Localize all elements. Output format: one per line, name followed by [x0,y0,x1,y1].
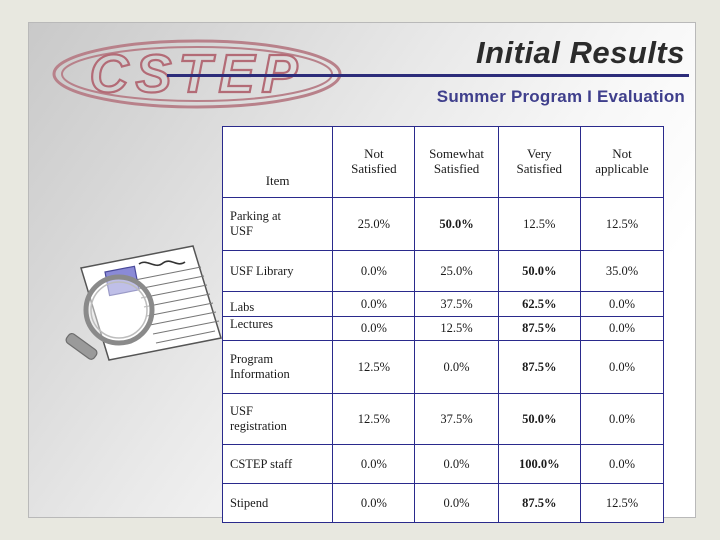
column-header-very-satisfied: Very Satisfied [497,126,581,198]
table-row: Labs 0.0% 37.5% 62.5% 0.0% [221,291,665,317]
cell-parking-somewhat-satisfied: 50.0% [414,197,499,251]
cell-usfreg-not-satisfied: 12.5% [332,393,416,445]
column-header-not-satisfied: Not Satisfied [332,126,416,198]
column-header-not-applicable-line2: applicable [595,161,649,176]
cell-usfreg-not-applicable: 0.0% [579,393,665,445]
title-underline [167,73,689,77]
cell-labs-not-applicable: 0.0% [579,291,665,317]
cell-lectures-somewhat-satisfied: 12.5% [414,316,499,341]
table-header-row: Item Not Satisfied Somewhat Satisfied Ve… [221,126,665,198]
cell-stipend-not-applicable: 12.5% [579,483,665,523]
cell-proginfo-very-satisfied: 87.5% [497,340,581,394]
table-body: Parking at USF 25.0% 50.0% 12.5% 12.5% U… [221,197,665,523]
row-label-usf-registration-line1: USF [230,404,253,419]
column-header-item-label: Item [265,173,290,189]
column-header-very-satisfied-line1: Very [527,146,552,162]
row-label-cstep-staff: CSTEP staff [221,444,334,484]
cell-parking-not-applicable: 12.5% [579,197,665,251]
row-label-program-information-line1: Program [230,352,274,367]
page-subtitle: Summer Program I Evaluation [436,86,685,106]
results-table-container: Item Not Satisfied Somewhat Satisfied Ve… [221,126,665,523]
row-label-usf-library: USF Library [221,250,334,292]
cell-parking-very-satisfied: 12.5% [497,197,581,251]
table-header: Item Not Satisfied Somewhat Satisfied Ve… [221,126,665,198]
slide-canvas: CSTEP Initial Results Summer Program I E… [28,22,696,523]
cell-stipend-not-satisfied: 0.0% [332,483,416,523]
cell-stipend-very-satisfied: 87.5% [497,483,581,523]
row-label-parking-line1: Parking at [230,209,282,224]
cell-lectures-not-satisfied: 0.0% [332,316,416,341]
cell-usfreg-very-satisfied: 50.0% [497,393,581,445]
cell-staff-very-satisfied: 100.0% [497,444,581,484]
table-row: Stipend 0.0% 0.0% 87.5% 12.5% [221,483,665,523]
row-label-stipend: Stipend [221,483,334,523]
row-label-parking: Parking at USF [221,197,334,251]
table-row: Program Information 12.5% 0.0% 87.5% 0.0… [221,340,665,394]
cell-library-somewhat-satisfied: 25.0% [414,250,499,292]
column-header-not-satisfied-line2: Satisfied [351,161,397,176]
cell-proginfo-not-satisfied: 12.5% [332,340,416,394]
table-row: USF registration 12.5% 37.5% 50.0% 0.0% [221,393,665,445]
cell-parking-not-satisfied: 25.0% [332,197,416,251]
column-header-not-satisfied-line1: Not [364,146,384,162]
column-header-not-applicable-line1: Not [612,146,632,162]
row-label-labs: Labs [221,291,334,317]
cell-library-not-applicable: 35.0% [579,250,665,292]
page-title: Initial Results [475,35,685,70]
row-label-lectures: Lectures [221,316,334,341]
table-row: Parking at USF 25.0% 50.0% 12.5% 12.5% [221,197,665,251]
cell-proginfo-somewhat-satisfied: 0.0% [414,340,499,394]
column-header-not-applicable: Not applicable [579,126,665,198]
cell-proginfo-not-applicable: 0.0% [579,340,665,394]
cell-lectures-not-applicable: 0.0% [579,316,665,341]
cell-labs-not-satisfied: 0.0% [332,291,416,317]
cell-stipend-somewhat-satisfied: 0.0% [414,483,499,523]
document-magnifier-clipart [43,228,233,378]
table-row: Lectures 0.0% 12.5% 87.5% 0.0% [221,316,665,341]
row-label-program-information-line2: Information [230,367,290,381]
column-header-item: Item [221,126,334,198]
column-header-somewhat-satisfied: Somewhat Satisfied [414,126,499,198]
cell-labs-very-satisfied: 62.5% [497,291,581,317]
column-header-somewhat-satisfied-line2: Satisfied [433,161,480,176]
results-table: Item Not Satisfied Somewhat Satisfied Ve… [221,126,665,523]
cell-library-not-satisfied: 0.0% [332,250,416,292]
cell-staff-not-applicable: 0.0% [579,444,665,484]
cell-labs-somewhat-satisfied: 37.5% [414,291,499,317]
column-header-somewhat-satisfied-line1: Somewhat [429,146,484,162]
table-row: CSTEP staff 0.0% 0.0% 100.0% 0.0% [221,444,665,484]
row-label-program-information: Program Information [221,340,334,394]
column-header-very-satisfied-line2: Satisfied [516,161,563,176]
row-label-usf-registration: USF registration [221,393,334,445]
table-row: USF Library 0.0% 25.0% 50.0% 35.0% [221,250,665,292]
row-label-parking-line2: USF [230,224,253,238]
cell-staff-somewhat-satisfied: 0.0% [414,444,499,484]
title-block: Initial Results Summer Program I Evaluat… [149,35,689,107]
cell-staff-not-satisfied: 0.0% [332,444,416,484]
cell-library-very-satisfied: 50.0% [497,250,581,292]
row-label-usf-registration-line2: registration [230,419,287,433]
cell-lectures-very-satisfied: 87.5% [497,316,581,341]
cell-usfreg-somewhat-satisfied: 37.5% [414,393,499,445]
